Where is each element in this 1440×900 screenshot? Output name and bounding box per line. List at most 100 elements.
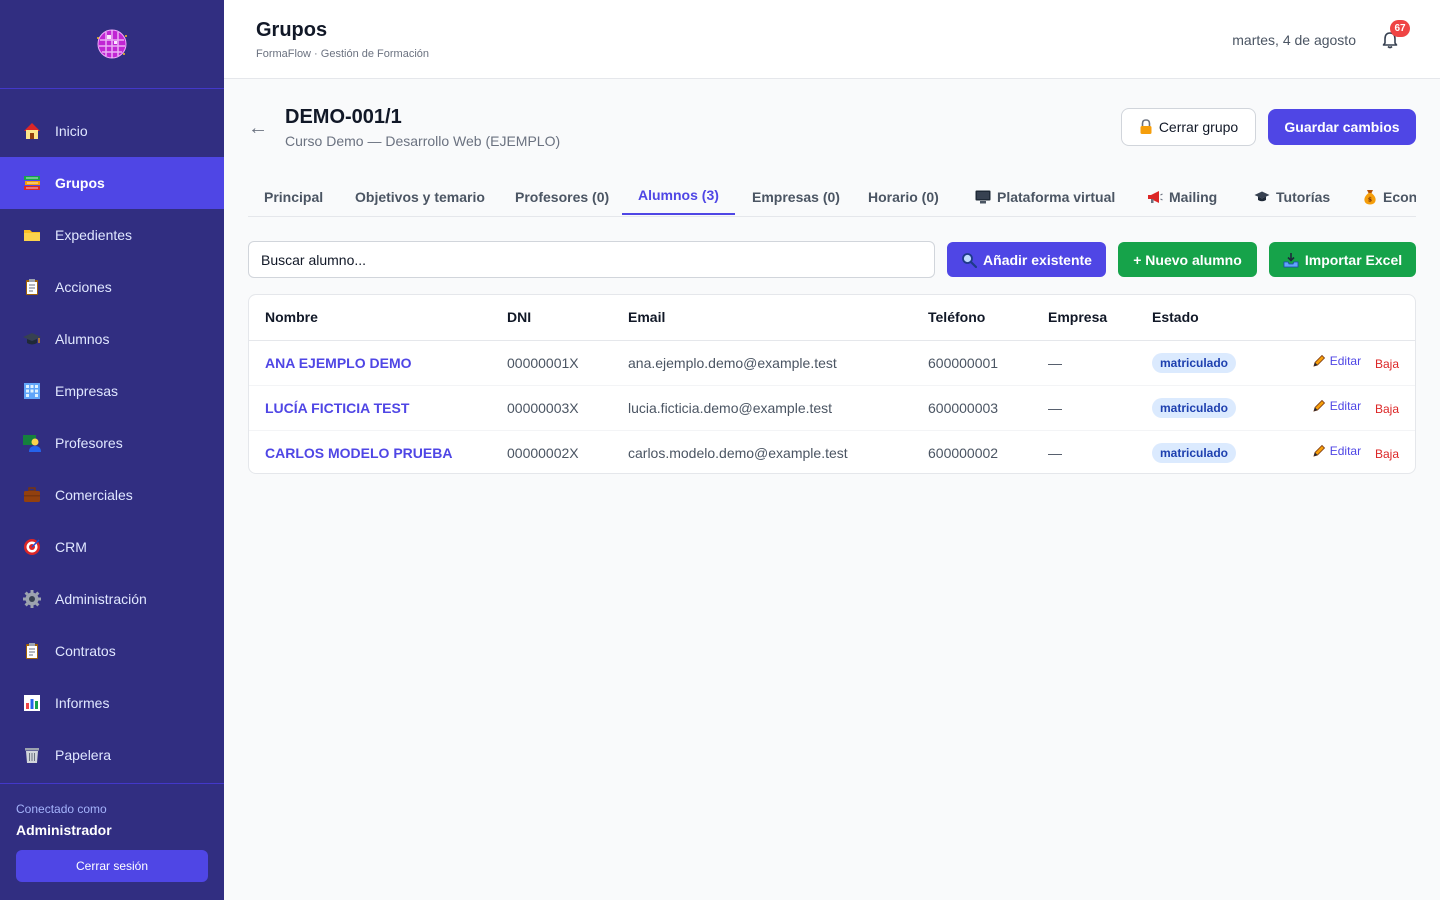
student-phone: 600000001 [928,340,1048,386]
sidebar-nav: Inicio Grupos Expedientes Acciones Alumn… [0,89,224,781]
sidebar-item-grupos[interactable]: Grupos [0,157,224,209]
student-name-link[interactable]: LUCÍA FICTICIA TEST [249,385,507,431]
student-dni: 00000001X [507,340,628,386]
sidebar-item-expedientes[interactable]: Expedientes [0,209,224,261]
remove-button[interactable]: Baja [1375,447,1399,461]
briefcase-icon [22,485,42,505]
sidebar-item-administracion[interactable]: Administración [0,573,224,625]
save-changes-button[interactable]: Guardar cambios [1268,109,1416,145]
sidebar: Inicio Grupos Expedientes Acciones Alumn… [0,0,224,900]
table-row: ANA EJEMPLO DEMO 00000001X ana.ejemplo.d… [249,340,1415,386]
sidebar-item-label: Informes [55,695,110,711]
students-table: Nombre DNI Email Teléfono Empresa Estado… [249,295,1415,473]
sidebar-item-label: Expedientes [55,227,133,243]
status-badge: matriculado [1152,352,1237,373]
group-course: Curso Demo — Desarrollo Web (EJEMPLO) [285,133,561,149]
lock-icon [1140,119,1152,134]
page-title: Grupos [256,19,328,41]
student-company: — [1048,444,1062,461]
sidebar-item-acciones[interactable]: Acciones [0,261,224,313]
current-user: Administrador [16,822,112,838]
sidebar-item-label: Contratos [55,643,116,659]
tab-mailing[interactable]: Mailing [1147,177,1217,216]
import-excel-button[interactable]: Importar Excel [1269,242,1416,277]
notification-badge: 67 [1390,20,1410,37]
column-header-email[interactable]: Email [628,295,928,341]
tab-profesores[interactable]: Profesores (0) [515,177,609,216]
column-header-nombre[interactable]: Nombre [249,295,507,341]
tab-label: Empresas (0) [752,188,840,205]
column-header-telefono[interactable]: Teléfono [928,295,1048,341]
tab-alumnos[interactable]: Alumnos (3) [622,177,735,215]
tab-economia[interactable]: $ Economía [1363,177,1416,216]
tab-horario[interactable]: Horario (0) [868,177,939,216]
tab-label: Alumnos (3) [638,187,719,203]
page-subtitle: FormaFlow · Gestión de Formación [256,48,429,60]
disco-ball-logo-icon [97,29,127,59]
row-actions: Editar Baja [1292,340,1415,386]
remove-button[interactable]: Baja [1375,402,1399,416]
student-phone: 600000002 [928,444,999,461]
sidebar-item-papelera[interactable]: Papelera [0,729,224,781]
svg-text:$: $ [1368,196,1372,203]
edit-button[interactable]: Editar [1312,399,1361,413]
edit-button[interactable]: Editar [1312,354,1361,368]
search-student-input[interactable] [248,241,935,278]
student-status-cell: matriculado [1152,385,1292,431]
sidebar-footer: Conectado como Administrador Cerrar sesi… [0,783,224,900]
tab-objetivos[interactable]: Objetivos y temario [355,177,485,216]
clipboard-icon [22,641,42,661]
sidebar-item-informes[interactable]: Informes [0,677,224,729]
pencil-icon [1313,354,1325,367]
tab-tutorias[interactable]: Tutorías [1254,177,1330,216]
sidebar-item-profesores[interactable]: Profesores [0,417,224,469]
add-existing-button[interactable]: Añadir existente [947,242,1106,277]
sidebar-item-label: Papelera [55,747,112,763]
close-group-label: Cerrar grupo [1158,119,1239,135]
column-header-empresa[interactable]: Empresa [1048,295,1152,341]
row-actions: Editar Baja [1292,385,1415,431]
table-header-row: Nombre DNI Email Teléfono Empresa Estado [249,295,1415,341]
student-status-cell: matriculado [1152,430,1292,473]
tab-plataforma-virtual[interactable]: Plataforma virtual [975,177,1115,216]
trash-icon [22,745,42,765]
edit-label: Editar [1329,399,1362,413]
sidebar-item-alumnos[interactable]: Alumnos [0,313,224,365]
close-group-button[interactable]: Cerrar grupo [1121,108,1256,146]
tab-label: Horario (0) [868,188,939,205]
graduation-cap-icon [1254,190,1270,204]
connected-as-label: Conectado como [16,802,107,816]
student-status-cell: matriculado [1152,340,1292,386]
sidebar-item-contratos[interactable]: Contratos [0,625,224,677]
pencil-icon [1313,399,1325,412]
student-email: lucia.ficticia.demo@example.test [628,385,928,431]
column-header-estado[interactable]: Estado [1152,295,1292,341]
gear-icon [22,589,42,609]
tab-empresas[interactable]: Empresas (0) [752,177,840,216]
sidebar-item-comerciales[interactable]: Comerciales [0,469,224,521]
student-name-link[interactable]: CARLOS MODELO PRUEBA [249,430,507,473]
tab-label: Economía [1383,188,1416,205]
group-code: DEMO-001/1 [285,106,402,128]
back-arrow-icon[interactable]: ← [248,117,268,140]
current-date: martes, 4 de agosto [1232,32,1356,48]
folder-icon [22,225,42,245]
students-table-card: Nombre DNI Email Teléfono Empresa Estado… [248,294,1416,474]
column-header-dni[interactable]: DNI [507,295,628,341]
sidebar-item-inicio[interactable]: Inicio [0,105,224,157]
tab-label: Principal [264,188,324,205]
edit-button[interactable]: Editar [1312,444,1361,458]
sidebar-item-empresas[interactable]: Empresas [0,365,224,417]
student-name-link[interactable]: ANA EJEMPLO DEMO [249,340,507,386]
tab-principal[interactable]: Principal [264,177,323,216]
top-header: Grupos FormaFlow · Gestión de Formación … [224,0,1440,79]
remove-button[interactable]: Baja [1375,357,1399,371]
sidebar-item-crm[interactable]: CRM [0,521,224,573]
column-header-actions [1292,295,1415,341]
new-student-button[interactable]: + Nuevo alumno [1118,242,1257,277]
logout-button[interactable]: Cerrar sesión [16,850,208,882]
table-row: CARLOS MODELO PRUEBA 00000002X carlos.mo… [249,430,1415,473]
sidebar-item-label: Acciones [55,279,112,295]
tab-label: Plataforma virtual [997,188,1116,205]
import-excel-label: Importar Excel [1304,251,1403,268]
